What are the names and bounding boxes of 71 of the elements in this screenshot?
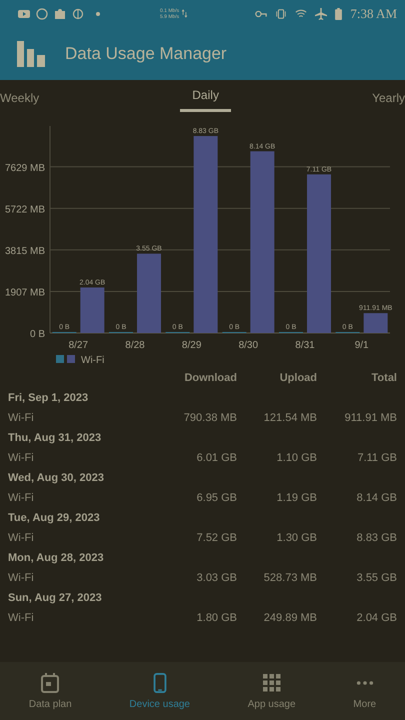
date-heading: Fri, Sep 1, 2023	[8, 392, 88, 404]
network-name: Wi-Fi	[8, 492, 35, 504]
nav-item[interactable]: Device usage	[129, 672, 190, 710]
x-axis-label: 8/29	[182, 340, 202, 351]
more-icon	[356, 680, 374, 686]
column-header: Total	[370, 372, 397, 384]
network-name: Wi-Fi	[8, 412, 35, 424]
date-heading: Thu, Aug 31, 2023	[8, 432, 102, 444]
legend-swatch	[56, 355, 64, 363]
period-tab[interactable]: Weekly	[0, 80, 40, 118]
table-cell-text: 6.01 GB	[196, 452, 237, 464]
grid-icon	[262, 672, 281, 692]
airplane-icon	[315, 8, 328, 20]
table-cell-text: 1.30 GB	[276, 532, 317, 544]
video-icon	[18, 8, 30, 20]
bar	[80, 287, 104, 333]
y-axis-label: 7629 MB	[4, 162, 45, 174]
table-cell-text: 3.03 GB	[196, 572, 237, 584]
column-header: Download	[183, 372, 237, 384]
x-axis-label: 8/27	[68, 340, 88, 351]
x-axis-label: 8/31	[295, 340, 315, 351]
wifi-icon	[295, 8, 308, 20]
date-heading: Wed, Aug 30, 2023	[8, 472, 104, 484]
phone-icon	[150, 672, 169, 692]
nav-item[interactable]: Data plan	[28, 672, 72, 710]
table-cell-text: 528.73 MB	[262, 572, 317, 584]
table-cell-text: 1.80 GB	[196, 612, 237, 624]
dot-icon	[96, 12, 100, 16]
legend-label: Wi-Fi	[81, 355, 104, 366]
table-cell-text: 911.91 MB	[344, 412, 397, 424]
x-axis-label: 8/30	[238, 340, 258, 351]
table-cell-text: 1.19 GB	[276, 492, 317, 504]
battery-icon	[335, 8, 342, 20]
circle-icon	[36, 8, 48, 20]
table-cell-text: 1.10 GB	[276, 452, 317, 464]
x-axis-label: 9/1	[354, 340, 369, 351]
date-heading: Mon, Aug 28, 2023	[8, 552, 104, 564]
date-heading: Tue, Aug 29, 2023	[8, 512, 100, 524]
vibrate-icon	[275, 8, 288, 20]
clock-time: 7:38 AM	[350, 6, 397, 22]
y-axis-label: 0 B	[30, 329, 45, 340]
column-header: Upload	[278, 372, 317, 384]
nav-item[interactable]: App usage	[248, 672, 296, 710]
period-tab[interactable]: Yearly	[372, 80, 405, 118]
network-name: Wi-Fi	[8, 452, 35, 464]
y-axis-label: 5722 MB	[4, 204, 45, 216]
table-cell-text: 3.55 GB	[356, 572, 397, 584]
table-cell-text: 6.95 GB	[196, 492, 237, 504]
table-cell-text: 2.04 GB	[356, 612, 397, 624]
table-cell-text: 7.11 GB	[356, 452, 397, 464]
bar-chart-logo-icon	[17, 40, 45, 66]
period-tab[interactable]: Daily	[180, 80, 231, 112]
table-cell-text: 790.38 MB	[182, 412, 237, 424]
y-axis-label: 1907 MB	[4, 287, 45, 298]
network-name: Wi-Fi	[8, 532, 35, 544]
bar	[364, 313, 388, 333]
nav-item[interactable]: More	[353, 672, 376, 710]
y-axis-label: 3815 MB	[4, 246, 45, 257]
network-name: Wi-Fi	[8, 612, 35, 624]
table-cell-text: 249.89 MB	[262, 612, 317, 624]
x-axis-label: 8/28	[125, 340, 145, 351]
table-cell-text: 7.52 GB	[196, 532, 237, 544]
table-cell-text: 121.54 MB	[262, 412, 317, 424]
app-title: Data Usage Manager	[65, 44, 227, 64]
date-heading: Sun, Aug 27, 2023	[8, 592, 102, 604]
table-cell-text: 8.14 GB	[356, 492, 397, 504]
calendar-icon	[41, 672, 60, 692]
legend-swatch	[67, 355, 75, 363]
table-cell-text: 8.83 GB	[356, 532, 397, 544]
transfer-arrows-icon	[181, 8, 188, 19]
network-name: Wi-Fi	[8, 572, 35, 584]
